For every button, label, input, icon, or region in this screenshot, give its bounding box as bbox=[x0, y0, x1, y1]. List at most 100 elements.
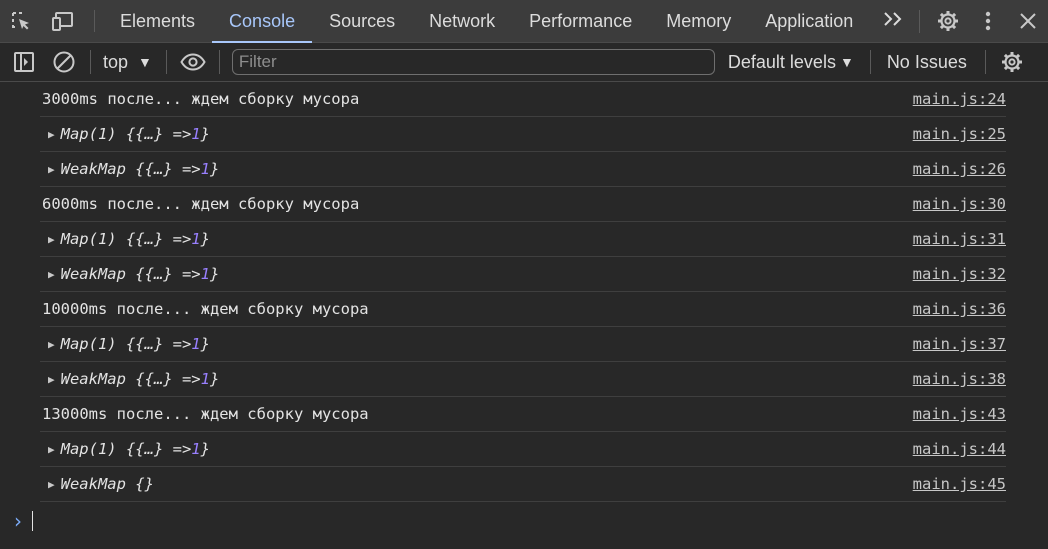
expand-triangle-icon[interactable]: ▶ bbox=[48, 128, 55, 141]
log-levels-dropdown[interactable]: Default levels ▼ bbox=[728, 52, 854, 73]
caret-down-icon: ▼ bbox=[839, 54, 854, 70]
console-toolbar: top ▼ Default levels ▼ No Issues bbox=[0, 43, 1048, 82]
console-object-row[interactable]: ▶ WeakMap {} main.js:45 bbox=[40, 467, 1006, 502]
more-tabs-chevron-icon[interactable] bbox=[875, 10, 911, 33]
console-object-row[interactable]: ▶ WeakMap {{…} => 1} main.js:32 bbox=[40, 257, 1006, 292]
object-preview[interactable]: ▶ WeakMap {{…} => 1} bbox=[40, 370, 219, 388]
toolbar-separator bbox=[869, 50, 871, 74]
object-type: Map(1) bbox=[60, 125, 117, 143]
device-toolbar-icon[interactable] bbox=[42, 0, 84, 42]
console-object-row[interactable]: ▶ WeakMap {{…} => 1} main.js:38 bbox=[40, 362, 1006, 397]
object-close: } bbox=[200, 440, 210, 458]
object-close: } bbox=[200, 335, 210, 353]
object-spacer bbox=[117, 230, 126, 248]
object-type: WeakMap bbox=[60, 370, 126, 388]
source-link[interactable]: main.js:32 bbox=[913, 265, 1006, 283]
object-spacer bbox=[126, 475, 135, 493]
expand-triangle-icon[interactable]: ▶ bbox=[48, 443, 55, 456]
object-spacer bbox=[117, 440, 126, 458]
console-object-row[interactable]: ▶ Map(1) {{…} => 1} main.js:31 bbox=[40, 222, 1006, 257]
log-message: 13000ms после... ждем сборку мусора bbox=[42, 405, 369, 423]
log-levels-label: Default levels bbox=[727, 51, 836, 72]
console-log-row: 13000ms после... ждем сборку мусора main.… bbox=[40, 397, 1006, 432]
tab-memory[interactable]: Memory bbox=[649, 0, 748, 42]
object-content: {{…} => bbox=[125, 335, 192, 353]
object-type: Map(1) bbox=[60, 335, 117, 353]
expand-triangle-icon[interactable]: ▶ bbox=[48, 478, 55, 491]
source-link[interactable]: main.js:38 bbox=[913, 370, 1006, 388]
console-prompt[interactable]: › bbox=[0, 502, 1048, 540]
object-number: 1 bbox=[200, 160, 210, 178]
object-type: WeakMap bbox=[60, 160, 126, 178]
tab-sources[interactable]: Sources bbox=[312, 0, 412, 42]
log-message: 3000ms после... ждем сборку мусора bbox=[42, 90, 360, 108]
close-icon[interactable] bbox=[1008, 0, 1048, 43]
expand-triangle-icon[interactable]: ▶ bbox=[48, 268, 55, 281]
object-close: } bbox=[209, 370, 220, 388]
source-link[interactable]: main.js:44 bbox=[913, 440, 1006, 458]
tab-performance[interactable]: Performance bbox=[512, 0, 649, 42]
object-close: } bbox=[200, 230, 210, 248]
object-type: WeakMap bbox=[60, 265, 126, 283]
expand-triangle-icon[interactable]: ▶ bbox=[48, 373, 55, 386]
source-link[interactable]: main.js:26 bbox=[913, 160, 1006, 178]
object-number: 1 bbox=[191, 230, 201, 248]
object-preview[interactable]: ▶ WeakMap {} bbox=[40, 475, 154, 493]
caret-down-icon: ▼ bbox=[138, 54, 152, 70]
object-number: 1 bbox=[191, 335, 201, 353]
tab-elements[interactable]: Elements bbox=[103, 0, 212, 42]
object-number: 1 bbox=[191, 125, 201, 143]
expand-triangle-icon[interactable]: ▶ bbox=[48, 338, 55, 351]
console-object-row[interactable]: ▶ WeakMap {{…} => 1} main.js:26 bbox=[40, 152, 1006, 187]
console-object-row[interactable]: ▶ Map(1) {{…} => 1} main.js:37 bbox=[40, 327, 1006, 362]
tab-network[interactable]: Network bbox=[412, 0, 512, 42]
object-number: 1 bbox=[191, 440, 201, 458]
source-link[interactable]: main.js:43 bbox=[913, 405, 1006, 423]
expand-triangle-icon[interactable]: ▶ bbox=[48, 233, 55, 246]
object-preview[interactable]: ▶ Map(1) {{…} => 1} bbox=[40, 125, 210, 143]
object-content: {} bbox=[135, 475, 154, 493]
object-preview[interactable]: ▶ Map(1) {{…} => 1} bbox=[40, 230, 210, 248]
tab-console[interactable]: Console bbox=[212, 0, 313, 43]
source-link[interactable]: main.js:37 bbox=[913, 335, 1006, 353]
object-spacer bbox=[117, 125, 126, 143]
tabbar-actions bbox=[875, 0, 1048, 42]
console-object-row[interactable]: ▶ Map(1) {{…} => 1} main.js:44 bbox=[40, 432, 1006, 467]
prompt-chevron-icon: › bbox=[14, 509, 22, 533]
object-preview[interactable]: ▶ WeakMap {{…} => 1} bbox=[40, 160, 219, 178]
toolbar-separator bbox=[984, 50, 986, 74]
console-object-row[interactable]: ▶ Map(1) {{…} => 1} main.js:25 bbox=[40, 117, 1006, 152]
object-preview[interactable]: ▶ Map(1) {{…} => 1} bbox=[40, 335, 210, 353]
devtools-tabbar: Elements Console Sources Network Perform… bbox=[0, 0, 1048, 43]
issues-counter[interactable]: No Issues bbox=[873, 52, 981, 73]
log-message: 10000ms после... ждем сборку мусора bbox=[42, 300, 369, 318]
object-preview[interactable]: ▶ WeakMap {{…} => 1} bbox=[40, 265, 219, 283]
live-expression-eye-icon[interactable] bbox=[173, 43, 213, 82]
context-selector[interactable]: top ▼ bbox=[97, 52, 160, 73]
source-link[interactable]: main.js:36 bbox=[913, 300, 1006, 318]
clear-console-icon[interactable] bbox=[44, 43, 84, 82]
inspect-element-icon[interactable] bbox=[0, 0, 42, 42]
source-link[interactable]: main.js:45 bbox=[913, 475, 1006, 493]
tab-application[interactable]: Application bbox=[748, 0, 870, 42]
kebab-menu-icon[interactable] bbox=[968, 0, 1008, 43]
object-preview[interactable]: ▶ Map(1) {{…} => 1} bbox=[40, 440, 210, 458]
console-log-row: 10000ms после... ждем сборку мусора main.… bbox=[40, 292, 1006, 327]
text-cursor bbox=[32, 511, 33, 531]
gear-icon[interactable] bbox=[928, 0, 968, 43]
expand-triangle-icon[interactable]: ▶ bbox=[48, 163, 55, 176]
source-link[interactable]: main.js:24 bbox=[913, 90, 1006, 108]
object-spacer bbox=[117, 335, 126, 353]
log-message: 6000ms после... ждем сборку мусора bbox=[42, 195, 360, 213]
console-log-row: 6000ms после... ждем сборку мусора main.j… bbox=[40, 187, 1006, 222]
source-link[interactable]: main.js:31 bbox=[913, 230, 1006, 248]
object-type: Map(1) bbox=[60, 440, 117, 458]
source-link[interactable]: main.js:30 bbox=[913, 195, 1006, 213]
tabbar-separator bbox=[94, 10, 95, 32]
object-close: } bbox=[200, 125, 210, 143]
console-gear-icon[interactable] bbox=[992, 43, 1032, 82]
object-content: {{…} => bbox=[125, 440, 192, 458]
sidebar-toggle-icon[interactable] bbox=[4, 43, 44, 82]
source-link[interactable]: main.js:25 bbox=[913, 125, 1006, 143]
filter-input[interactable] bbox=[231, 49, 715, 75]
